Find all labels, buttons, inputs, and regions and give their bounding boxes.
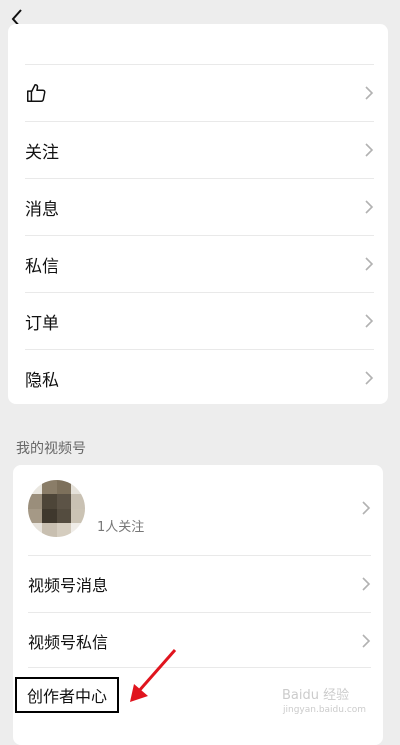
watermark-url: jingyan.baidu.com <box>283 705 367 715</box>
creator-center-row[interactable]: 创作者中心 <box>15 677 119 713</box>
messages-row[interactable]: 消息 <box>8 179 388 235</box>
chevron-right-icon <box>365 143 374 157</box>
divider <box>28 667 371 668</box>
row-label: 视频号私信 <box>28 633 109 652</box>
row-label: 创作者中心 <box>26 687 107 706</box>
row-label: 订单 <box>25 313 59 334</box>
chevron-right-icon <box>362 577 371 591</box>
annotation-arrow-icon <box>130 649 177 702</box>
row-label: 隐私 <box>25 370 59 391</box>
settings-card: 关注 消息 私信 订单 隐私 <box>8 24 388 404</box>
thumbs-up-icon <box>27 84 46 102</box>
row-label: 私信 <box>25 256 59 277</box>
chevron-right-icon <box>362 634 371 648</box>
chevron-right-icon <box>365 200 374 214</box>
avatar <box>28 480 85 537</box>
row-label: 视频号消息 <box>28 576 109 595</box>
chevron-right-icon <box>365 314 374 328</box>
followers-count: 1人关注 <box>97 520 145 535</box>
chevron-right-icon <box>365 371 374 385</box>
channel-profile-row[interactable]: 1人关注 <box>13 465 383 551</box>
row-label: 关注 <box>25 142 59 163</box>
channel-messages-row[interactable]: 视频号消息 <box>13 556 383 612</box>
orders-row[interactable]: 订单 <box>8 293 388 349</box>
cut-off-row[interactable] <box>8 4 388 44</box>
chevron-right-icon <box>365 257 374 271</box>
chevron-right-icon <box>365 86 374 100</box>
follow-row[interactable]: 关注 <box>8 122 388 178</box>
channel-dm-row[interactable]: 视频号私信 <box>13 613 383 669</box>
watermark: Baidu 经验 <box>282 688 350 703</box>
section-title: 我的视频号 <box>16 441 86 457</box>
chevron-right-icon <box>362 501 371 515</box>
privacy-row[interactable]: 隐私 <box>8 350 388 406</box>
direct-message-row[interactable]: 私信 <box>8 236 388 292</box>
row-label: 消息 <box>25 199 59 220</box>
like-row[interactable] <box>8 65 388 121</box>
